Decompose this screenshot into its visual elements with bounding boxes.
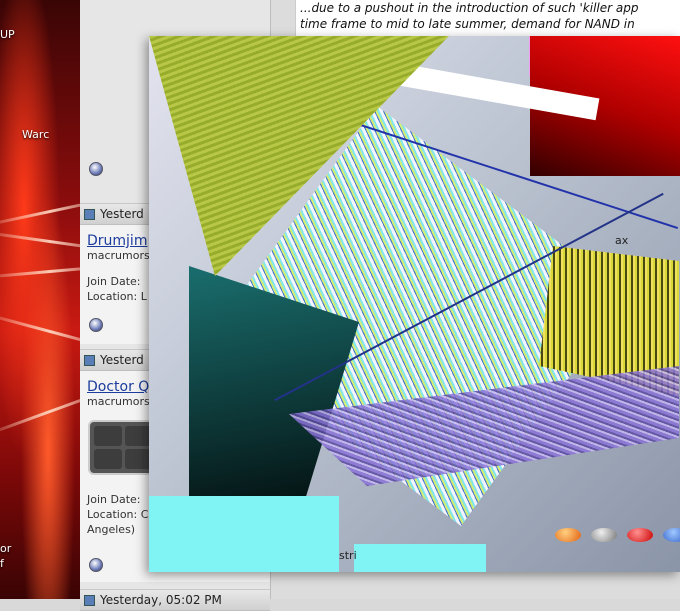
light-streak — [0, 386, 80, 437]
desktop-icon-label[interactable]: Warc — [22, 128, 49, 141]
light-streak — [0, 230, 80, 253]
orange-orb-icon — [555, 528, 581, 542]
gray-orb-icon — [591, 528, 617, 542]
post-status-icon — [89, 558, 103, 572]
desktop-icon-label[interactable]: or — [0, 542, 11, 555]
red-orb-icon — [627, 528, 653, 542]
post-date: Yesterday, 05:02 PM — [100, 593, 222, 607]
blue-orb-icon — [663, 528, 680, 542]
glitch-text: stri — [339, 549, 357, 562]
glitched-window[interactable]: ax stri — [149, 36, 680, 572]
light-streak — [0, 263, 80, 280]
post-date: Yesterd — [100, 353, 144, 367]
post-status-icon — [89, 318, 103, 332]
glitch-artifact — [354, 544, 486, 572]
quote-block: ...due to a pushout in the introduction … — [295, 0, 680, 40]
post-userinfo: Yesterday, 05:02 PM — [80, 589, 270, 611]
post-status-icon — [89, 162, 103, 176]
glitch-artifact — [149, 496, 339, 572]
desktop-icon-label[interactable]: f — [0, 557, 4, 570]
desktop-background: UP Warc or f — [0, 0, 80, 599]
dock-fragment — [555, 528, 680, 542]
desktop-icon-label[interactable]: UP — [0, 28, 15, 41]
light-streak — [0, 195, 80, 228]
avatar[interactable] — [88, 420, 158, 475]
post-icon — [84, 594, 95, 606]
light-streak — [0, 311, 80, 352]
quote-line: ...due to a pushout in the introduction … — [300, 1, 639, 15]
quote-line: time frame to mid to late summer, demand… — [300, 17, 635, 31]
post-date: Yesterd — [100, 207, 144, 221]
glitch-text: ax — [615, 234, 629, 247]
post-icon — [84, 354, 95, 366]
post-header: Yesterday, 05:02 PM — [80, 590, 270, 611]
post-icon — [84, 208, 95, 220]
